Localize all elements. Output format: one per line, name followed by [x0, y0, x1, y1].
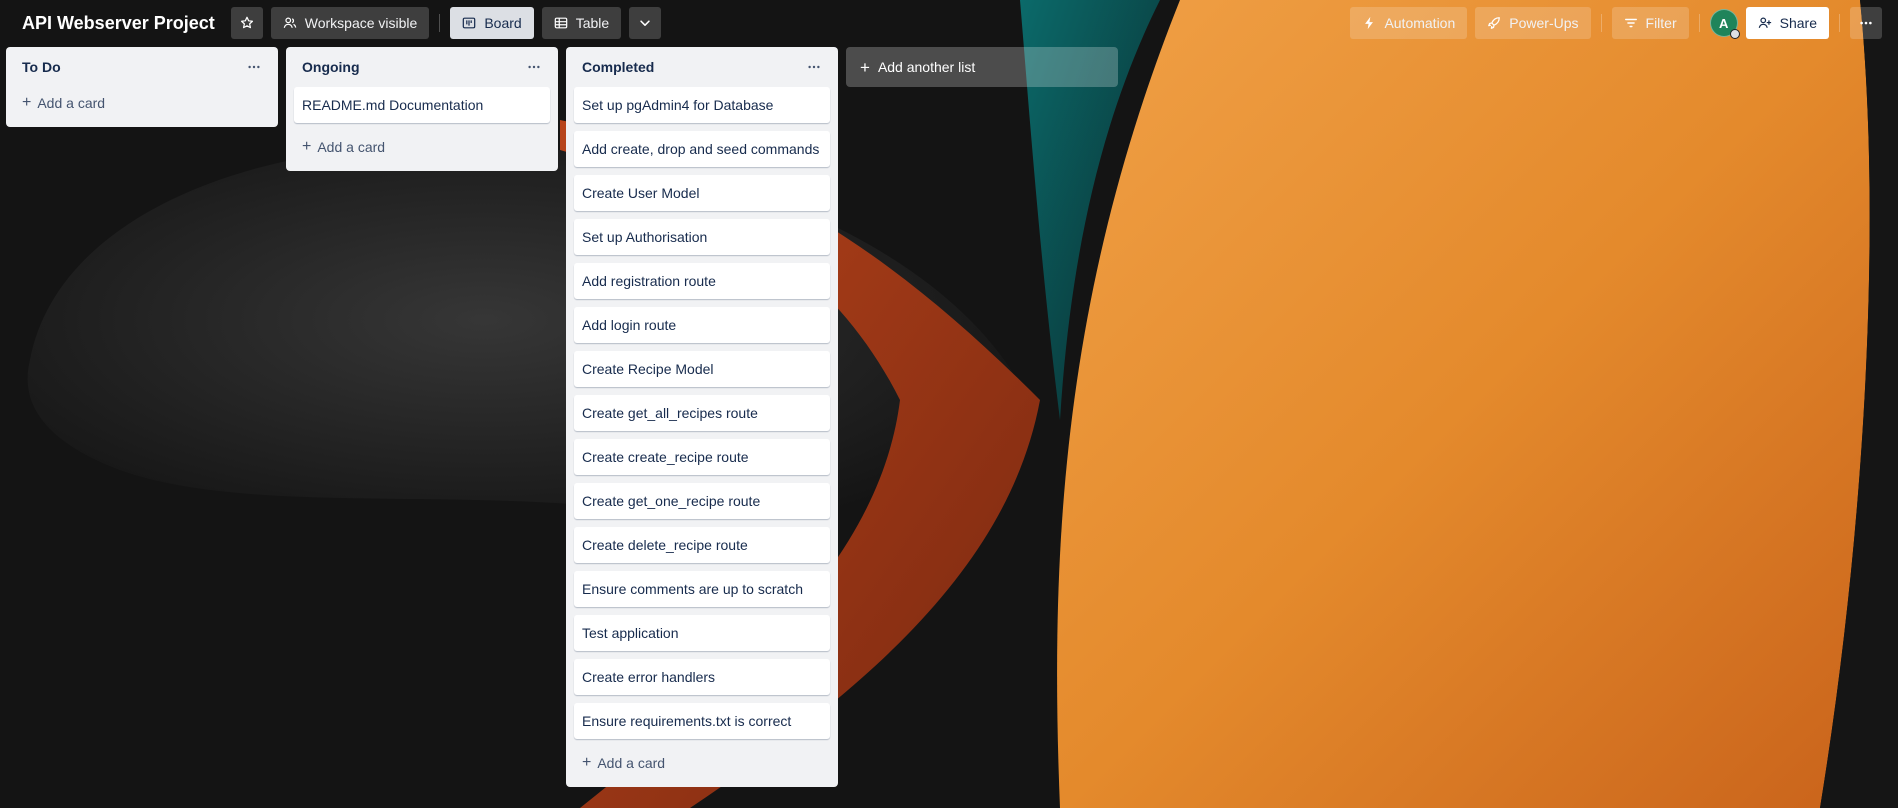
share-button[interactable]: Share — [1745, 7, 1829, 39]
card[interactable]: README.md Documentation — [294, 87, 550, 123]
card[interactable]: Add create, drop and seed commands — [574, 131, 830, 167]
board-lists: To Do + Add a card Ongoing README.md Doc… — [6, 47, 1118, 787]
list-ongoing: Ongoing README.md Documentation + Add a … — [286, 47, 558, 171]
card[interactable]: Ensure comments are up to scratch — [574, 571, 830, 607]
add-card-label: Add a card — [317, 139, 386, 155]
add-card-button[interactable]: + Add a card — [574, 747, 830, 779]
board-header: API Webserver Project Workspace visible … — [0, 0, 1898, 46]
filter-icon — [1624, 18, 1637, 28]
card[interactable]: Create Recipe Model — [574, 351, 830, 387]
card[interactable]: Ensure requirements.txt is correct — [574, 703, 830, 739]
add-card-label: Add a card — [597, 755, 666, 771]
visibility-button[interactable]: Workspace visible — [270, 7, 430, 39]
filter-button[interactable]: Filter — [1611, 7, 1689, 39]
add-card-button[interactable]: + Add a card — [294, 131, 550, 163]
divider — [439, 14, 441, 32]
list-title[interactable]: To Do — [22, 59, 61, 75]
more-icon — [808, 65, 820, 69]
card[interactable]: Create error handlers — [574, 659, 830, 695]
list-completed: Completed Set up pgAdmin4 for Database A… — [566, 47, 838, 787]
plus-icon: + — [22, 94, 32, 111]
add-card-label: Add a card — [37, 95, 106, 111]
list-header[interactable]: Completed — [574, 47, 830, 87]
member-avatar[interactable]: A — [1709, 9, 1740, 39]
power-ups-button[interactable]: Power-Ups — [1475, 7, 1591, 39]
lightning-icon — [1365, 16, 1374, 30]
filter-label: Filter — [1645, 15, 1677, 31]
card[interactable]: Test application — [574, 615, 830, 651]
list-title[interactable]: Completed — [582, 59, 654, 75]
views-dropdown-button[interactable] — [629, 7, 662, 39]
card[interactable]: Add registration route — [574, 263, 830, 299]
list-header[interactable]: To Do — [14, 47, 270, 87]
view-board-button[interactable]: Board — [450, 7, 534, 39]
card[interactable]: Set up pgAdmin4 for Database — [574, 87, 830, 123]
plus-icon: + — [302, 138, 312, 155]
divider — [1600, 14, 1602, 32]
card[interactable]: Create get_all_recipes route — [574, 395, 830, 431]
list-menu-button[interactable] — [522, 55, 546, 79]
more-icon — [1860, 21, 1872, 25]
plus-icon: + — [860, 57, 870, 77]
divider — [1839, 14, 1840, 32]
chevron-down-icon — [640, 20, 650, 26]
view-table-button[interactable]: Table — [541, 7, 622, 39]
avatar-initial: A — [1718, 15, 1729, 31]
add-list-label: Add another list — [877, 59, 976, 75]
view-table-label: Table — [575, 15, 610, 31]
card[interactable]: Create delete_recipe route — [574, 527, 830, 563]
add-card-button[interactable]: + Add a card — [14, 87, 270, 119]
card[interactable]: Create create_recipe route — [574, 439, 830, 475]
view-board-label: Board — [484, 15, 522, 31]
share-label: Share — [1779, 15, 1817, 31]
power-ups-label: Power-Ups — [1509, 15, 1579, 31]
people-icon — [283, 17, 297, 28]
board-title[interactable]: API Webserver Project — [22, 13, 215, 34]
list-to-do: To Do + Add a card — [6, 47, 278, 127]
board-menu-button[interactable] — [1850, 7, 1882, 39]
more-icon — [528, 65, 540, 69]
add-list-button[interactable]: + Add another list — [846, 47, 1118, 87]
card[interactable]: Set up Authorisation — [574, 219, 830, 255]
person-add-icon — [1758, 17, 1771, 28]
automation-label: Automation — [1384, 15, 1456, 31]
list-menu-button[interactable] — [802, 55, 826, 79]
board-icon — [463, 17, 476, 29]
card[interactable]: Create get_one_recipe route — [574, 483, 830, 519]
rocket-icon — [1488, 17, 1501, 29]
list-title[interactable]: Ongoing — [302, 59, 360, 75]
card[interactable]: Add login route — [574, 307, 830, 343]
visibility-label: Workspace visible — [304, 15, 418, 31]
star-button[interactable] — [230, 7, 263, 39]
card[interactable]: Create User Model — [574, 175, 830, 211]
table-icon — [554, 17, 567, 29]
star-icon — [240, 16, 253, 29]
list-menu-button[interactable] — [242, 55, 266, 79]
more-icon — [248, 65, 260, 69]
list-header[interactable]: Ongoing — [294, 47, 550, 87]
plus-icon: + — [582, 754, 592, 771]
divider — [1698, 14, 1700, 32]
admin-badge — [1729, 29, 1740, 39]
automation-button[interactable]: Automation — [1350, 7, 1468, 39]
